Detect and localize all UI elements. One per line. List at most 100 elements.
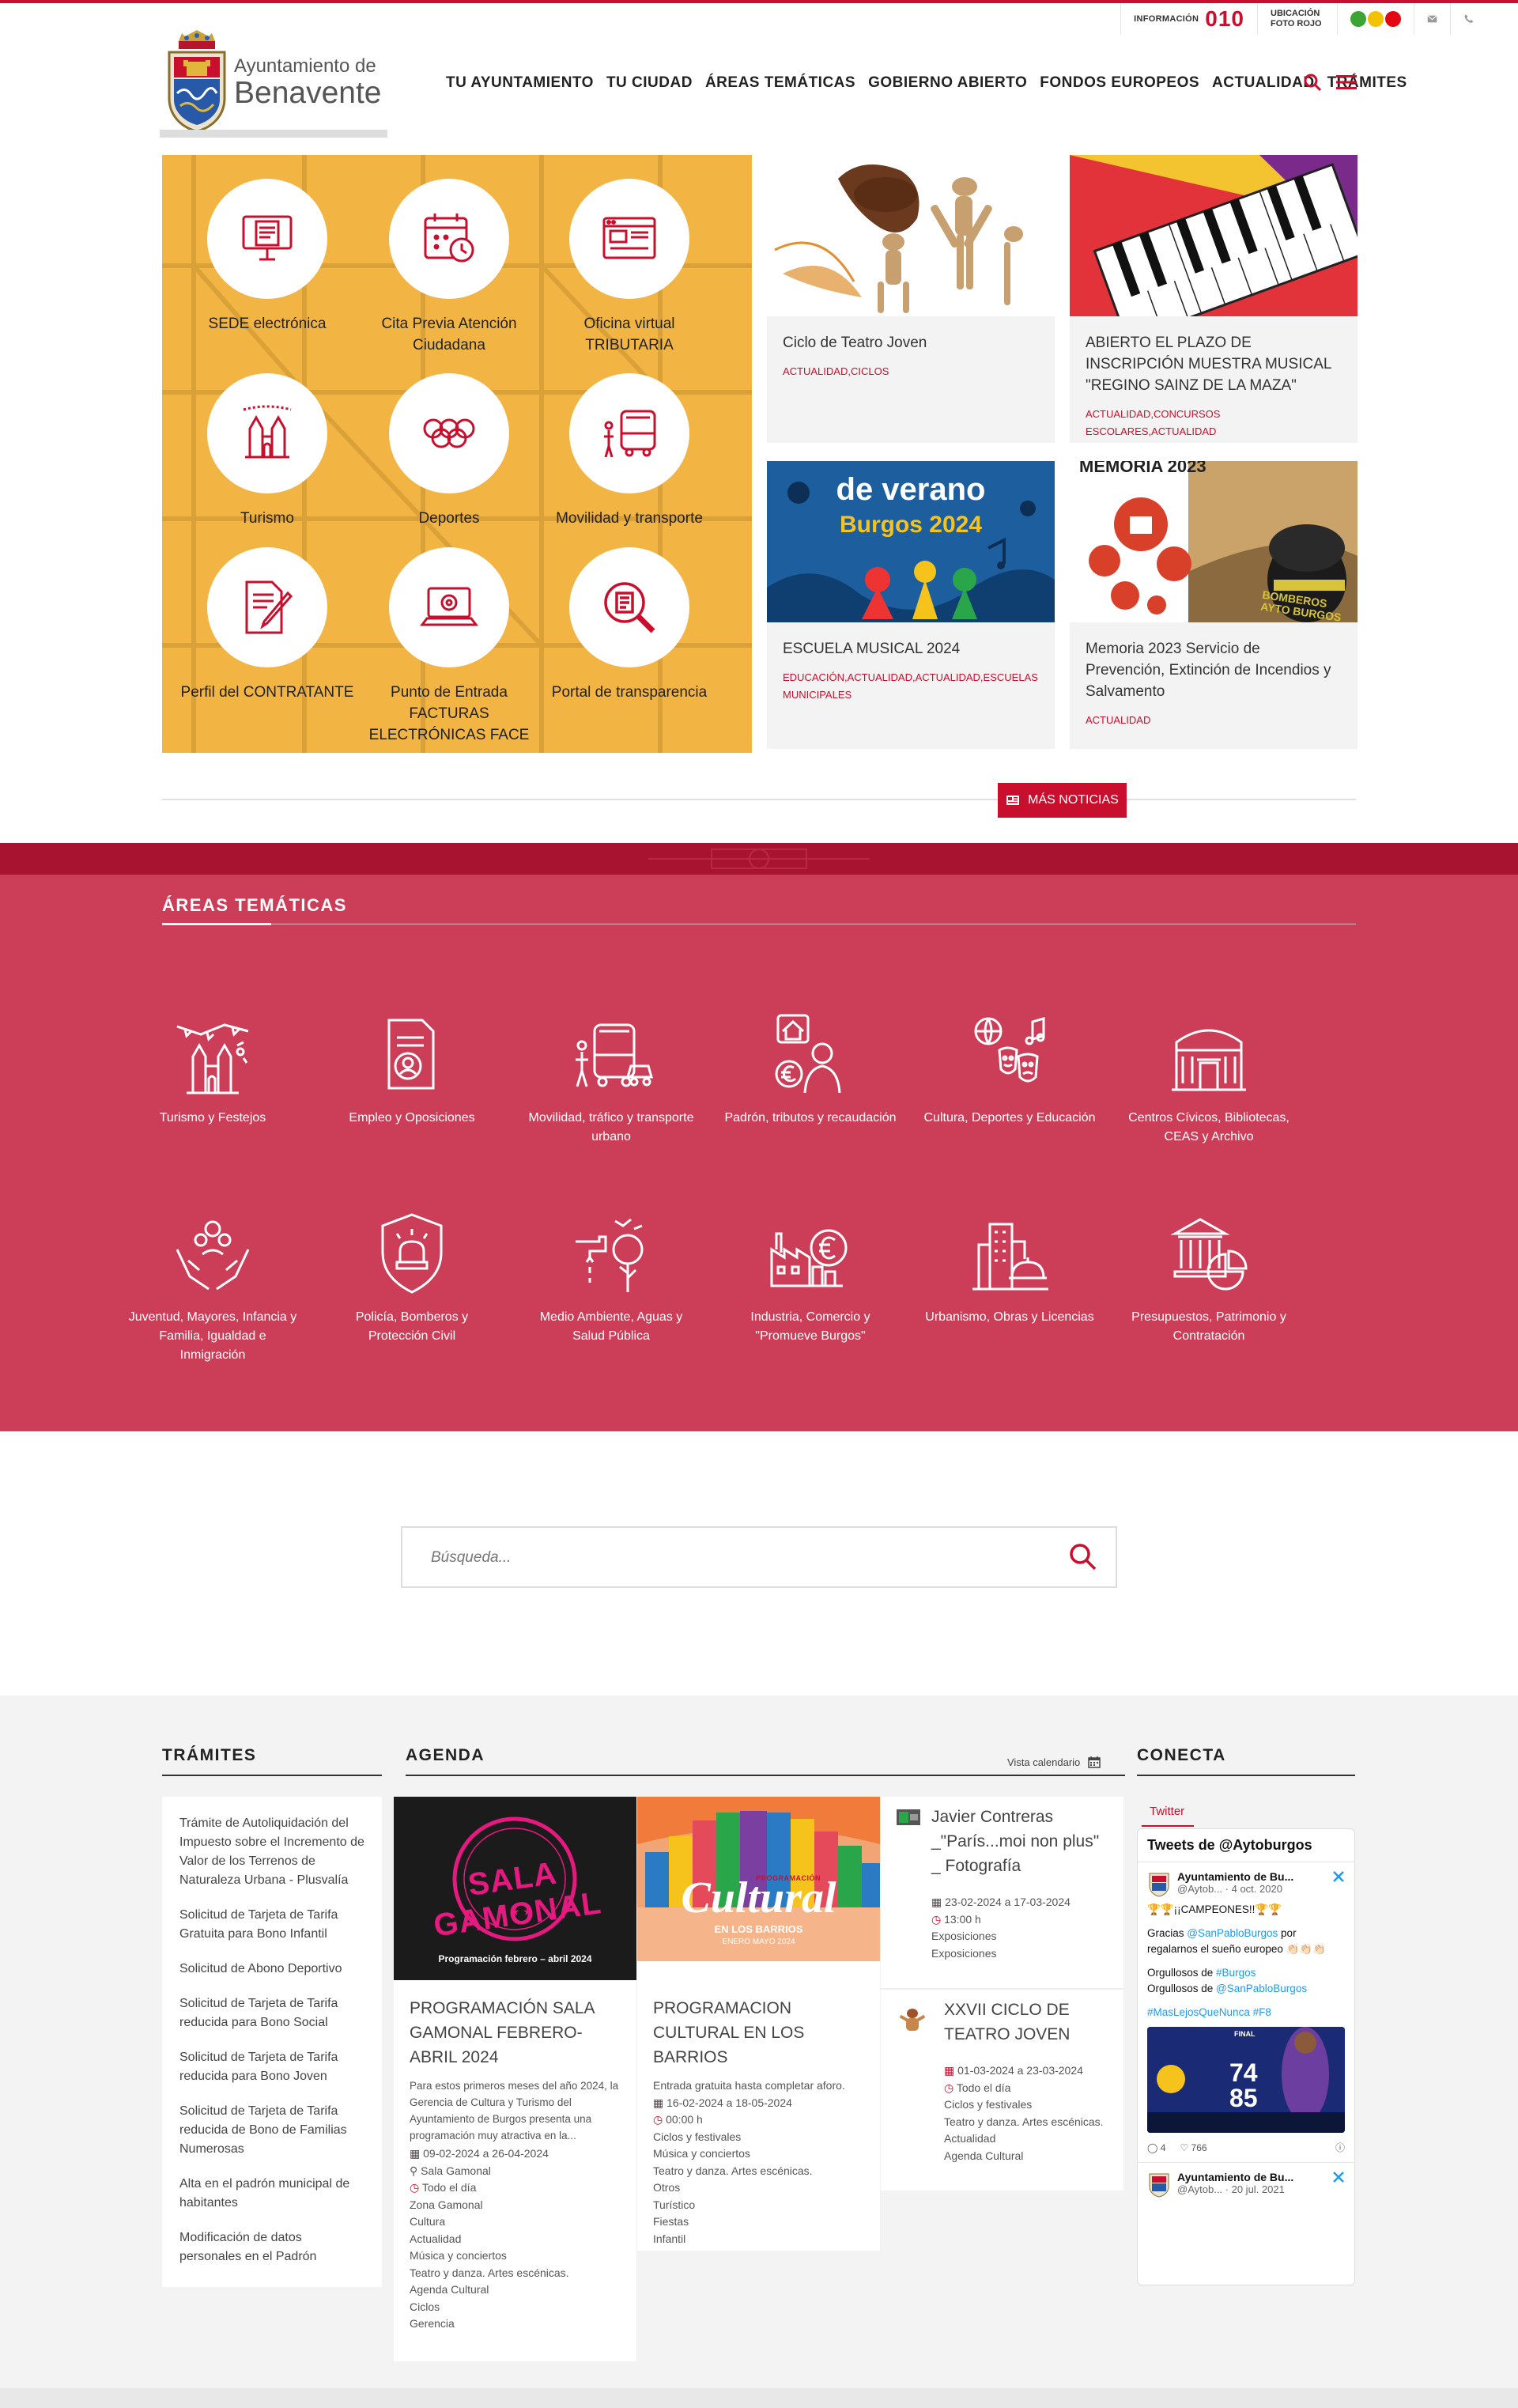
agenda-tag[interactable]: Gerencia <box>410 2315 621 2333</box>
agenda-tag[interactable]: Otros <box>653 2179 864 2197</box>
tramite-link[interactable]: Solicitud de Tarjeta de Tarifa reducida … <box>162 2042 382 2096</box>
agenda-tag[interactable]: Música y conciertos <box>410 2247 621 2265</box>
news-card[interactable]: de verano Burgos 2024 ESCUELA MUSICAL 20… <box>767 461 1055 749</box>
hamburger-menu-icon[interactable] <box>1336 74 1357 91</box>
nav-fondos-europeos[interactable]: FONDOS EUROPEOS <box>1040 74 1199 92</box>
agenda-card[interactable]: Cultural PROGRAMACIÓN EN LOS BARRIOS ENE… <box>637 1797 880 2251</box>
agenda-tag[interactable]: Actualidad <box>944 2130 1110 2148</box>
phone-icon[interactable] <box>1450 3 1486 35</box>
quick-access-item[interactable]: Perfil del CONTRATANTE <box>176 547 358 703</box>
agenda-tag[interactable]: Exposiciones <box>931 1945 1109 1963</box>
news-title[interactable]: Memoria 2023 Servicio de Prevención, Ext… <box>1086 638 1342 702</box>
info-010-link[interactable]: INFORMACIÓN 010 <box>1120 3 1257 35</box>
area-item[interactable]: Movilidad, tráfico y transporte urbano <box>524 1011 698 1147</box>
nav-actualidad[interactable]: ACTUALIDAD <box>1212 74 1315 92</box>
quick-access-item[interactable]: Turismo <box>176 373 358 529</box>
agenda-tag[interactable]: Turístico <box>653 2197 864 2214</box>
traffic-light-icon[interactable] <box>1337 3 1414 35</box>
agenda-tag[interactable]: Teatro y danza. Artes escénicas. <box>944 2114 1110 2131</box>
quick-access-item[interactable]: Oficina virtual TRIBUTARIA <box>538 179 720 356</box>
tramite-link[interactable]: Solicitud de Tarjeta de Tarifa reducida … <box>162 2096 382 2168</box>
quick-access-item[interactable]: SEDE electrónica <box>176 179 358 335</box>
agenda-tag[interactable]: Actualidad <box>410 2231 621 2248</box>
nav-gobierno-abierto[interactable]: GOBIERNO ABIERTO <box>868 74 1027 92</box>
calendar-view-link[interactable]: Vista calendario <box>1007 1756 1101 1768</box>
news-card[interactable]: Ciclo de Teatro Joven ACTUALIDAD,CICLOS <box>767 155 1055 443</box>
area-item[interactable]: Medio Ambiente, Aguas y Salud Pública <box>524 1210 698 1346</box>
nav-tu-ciudad[interactable]: TU CIUDAD <box>606 74 693 92</box>
area-item[interactable]: Presupuestos, Patrimonio y Contratación <box>1122 1210 1296 1346</box>
agenda-tag[interactable]: Teatro y danza. Artes escénicas. <box>653 2163 864 2180</box>
news-categories[interactable]: ACTUALIDAD,CICLOS <box>783 363 1039 380</box>
tramite-link[interactable]: Solicitud de Abono Deportivo <box>162 1953 382 1988</box>
quick-access-item[interactable]: Movilidad y transporte <box>538 373 720 529</box>
agenda-tag[interactable]: Ciclos y festivales <box>653 2129 864 2146</box>
area-item[interactable]: Padrón, tributos y recaudación <box>723 1011 897 1128</box>
agenda-title[interactable]: PROGRAMACIÓN SALA GAMONAL FEBRERO-ABRIL … <box>410 1996 621 2070</box>
agenda-card[interactable]: XXVII CICLO DE TEATRO JOVEN ▦ 01-03-2024… <box>881 1990 1123 2191</box>
agenda-tag[interactable]: Exposiciones <box>931 1928 1109 1945</box>
x-logo-icon[interactable] <box>1332 1870 1345 1883</box>
search-input[interactable] <box>431 1545 1032 1571</box>
agenda-title[interactable]: XXVII CICLO DE TEATRO JOVEN <box>944 1998 1110 2047</box>
news-categories[interactable]: ACTUALIDAD,CONCURSOS ESCOLARES,ACTUALIDA… <box>1086 406 1342 440</box>
tweet-mention[interactable]: @SanPabloBurgos <box>1187 1927 1278 1939</box>
search-icon[interactable] <box>1068 1542 1098 1572</box>
tramite-link[interactable]: Solicitud de Tarjeta de Tarifa Gratuita … <box>162 1900 382 1953</box>
agenda-tag[interactable]: Ciclos y festivales <box>944 2096 1110 2114</box>
agenda-title[interactable]: Javier Contreras _"París...moi non plus"… <box>931 1805 1109 1878</box>
area-item[interactable]: Empleo y Oposiciones <box>325 1011 499 1128</box>
agenda-tag[interactable]: Agenda Cultural <box>410 2281 621 2299</box>
agenda-card[interactable]: Javier Contreras _"París...moi non plus"… <box>881 1797 1123 1988</box>
foto-rojo-link[interactable]: UBICACIÓN FOTO ROJO <box>1257 3 1337 35</box>
area-item[interactable]: Policía, Bomberos y Protección Civil <box>325 1210 499 1346</box>
nav-areas-tematicas[interactable]: ÁREAS TEMÁTICAS <box>705 74 855 92</box>
quick-access-item[interactable]: Deportes <box>358 373 540 529</box>
tweet-hashtags[interactable]: #MasLejosQueNunca #F8 <box>1147 2005 1345 2021</box>
area-item[interactable]: Centros Cívicos, Bibliotecas, CEAS y Arc… <box>1122 1011 1296 1147</box>
agenda-tag[interactable]: Música y conciertos <box>653 2145 864 2163</box>
quick-access-item[interactable]: Portal de transparencia <box>538 547 720 703</box>
tweet-image[interactable]: FINAL 74 85 <box>1147 2027 1345 2133</box>
agenda-tag[interactable]: Teatro y danza. Artes escénicas. <box>410 2265 621 2282</box>
news-card[interactable]: MEMORIA 2023 BOMBEROS AYTO BURGOS Memori… <box>1070 461 1358 749</box>
tramite-link[interactable]: Solicitud de Tarjeta de Tarifa reducida … <box>162 1988 382 2042</box>
news-categories[interactable]: ACTUALIDAD <box>1086 712 1342 729</box>
x-logo-icon[interactable] <box>1332 2171 1345 2183</box>
site-logo[interactable]: Ayuntamiento de Benavente <box>160 27 387 139</box>
agenda-tag[interactable]: Agenda Cultural <box>944 2148 1110 2165</box>
tramite-link[interactable]: Modificación de datos personales en el P… <box>162 2222 382 2276</box>
agenda-tag[interactable]: Ciclos <box>410 2299 621 2316</box>
agenda-card[interactable]: ★ ★ ★ SALA GAMONAL Programación febrero … <box>394 1797 636 2361</box>
news-title[interactable]: Ciclo de Teatro Joven <box>783 332 1039 353</box>
news-card[interactable]: ABIERTO EL PLAZO DE INSCRIPCIÓN MUESTRA … <box>1070 155 1358 443</box>
quick-access-item[interactable]: Punto de Entrada FACTURAS ELECTRÓNICAS F… <box>358 547 540 746</box>
area-item[interactable]: Juventud, Mayores, Infancia y Familia, I… <box>126 1210 300 1365</box>
quick-access-item[interactable]: Cita Previa Atención Ciudadana <box>358 179 540 356</box>
tramite-link[interactable]: Trámite de Autoliquidación del Impuesto … <box>162 1808 382 1900</box>
agenda-tag[interactable]: Cultura <box>410 2213 621 2231</box>
mail-icon[interactable] <box>1414 3 1450 35</box>
agenda-tag[interactable]: Zona Gamonal <box>410 2197 621 2214</box>
area-item[interactable]: Urbanismo, Obras y Licencias <box>923 1210 1097 1327</box>
like-icon[interactable]: ♡ 766 <box>1180 2142 1206 2153</box>
agenda-tag[interactable]: Infantil <box>653 2231 864 2248</box>
area-item[interactable]: Industria, Comercio y "Promueve Burgos" <box>723 1210 897 1346</box>
tramite-link[interactable]: Alta en el padrón municipal de habitante… <box>162 2168 382 2222</box>
twitter-tab[interactable]: Twitter <box>1150 1805 1184 1818</box>
search-icon[interactable] <box>1303 73 1322 92</box>
news-categories[interactable]: EDUCACIÓN,ACTUALIDAD,ACTUALIDAD,ESCUELAS… <box>783 669 1039 704</box>
area-item[interactable]: Turismo y Festejos <box>126 1011 300 1128</box>
tweet[interactable]: Ayuntamiento de Bu... @Aytob... · 4 oct.… <box>1138 1862 1354 2162</box>
news-title[interactable]: ESCUELA MUSICAL 2024 <box>783 638 1039 660</box>
more-news-button[interactable]: MÁS NOTICIAS <box>998 783 1127 818</box>
area-item[interactable]: Cultura, Deportes y Educación <box>923 1011 1097 1128</box>
info-icon[interactable]: ⓘ <box>1335 2141 1345 2154</box>
tweet[interactable]: Ayuntamiento de Bu... @Aytob... · 20 jul… <box>1138 2162 1354 2206</box>
agenda-tag[interactable]: Fiestas <box>653 2213 864 2231</box>
news-title[interactable]: ABIERTO EL PLAZO DE INSCRIPCIÓN MUESTRA … <box>1086 332 1342 396</box>
tweet-hashtag[interactable]: #Burgos <box>1216 1967 1256 1979</box>
tweet-mention[interactable]: @SanPabloBurgos <box>1216 1983 1307 1994</box>
agenda-title[interactable]: PROGRAMACION CULTURAL EN LOS BARRIOS <box>653 1996 864 2070</box>
nav-tu-ayuntamiento[interactable]: TU AYUNTAMIENTO <box>446 74 594 92</box>
